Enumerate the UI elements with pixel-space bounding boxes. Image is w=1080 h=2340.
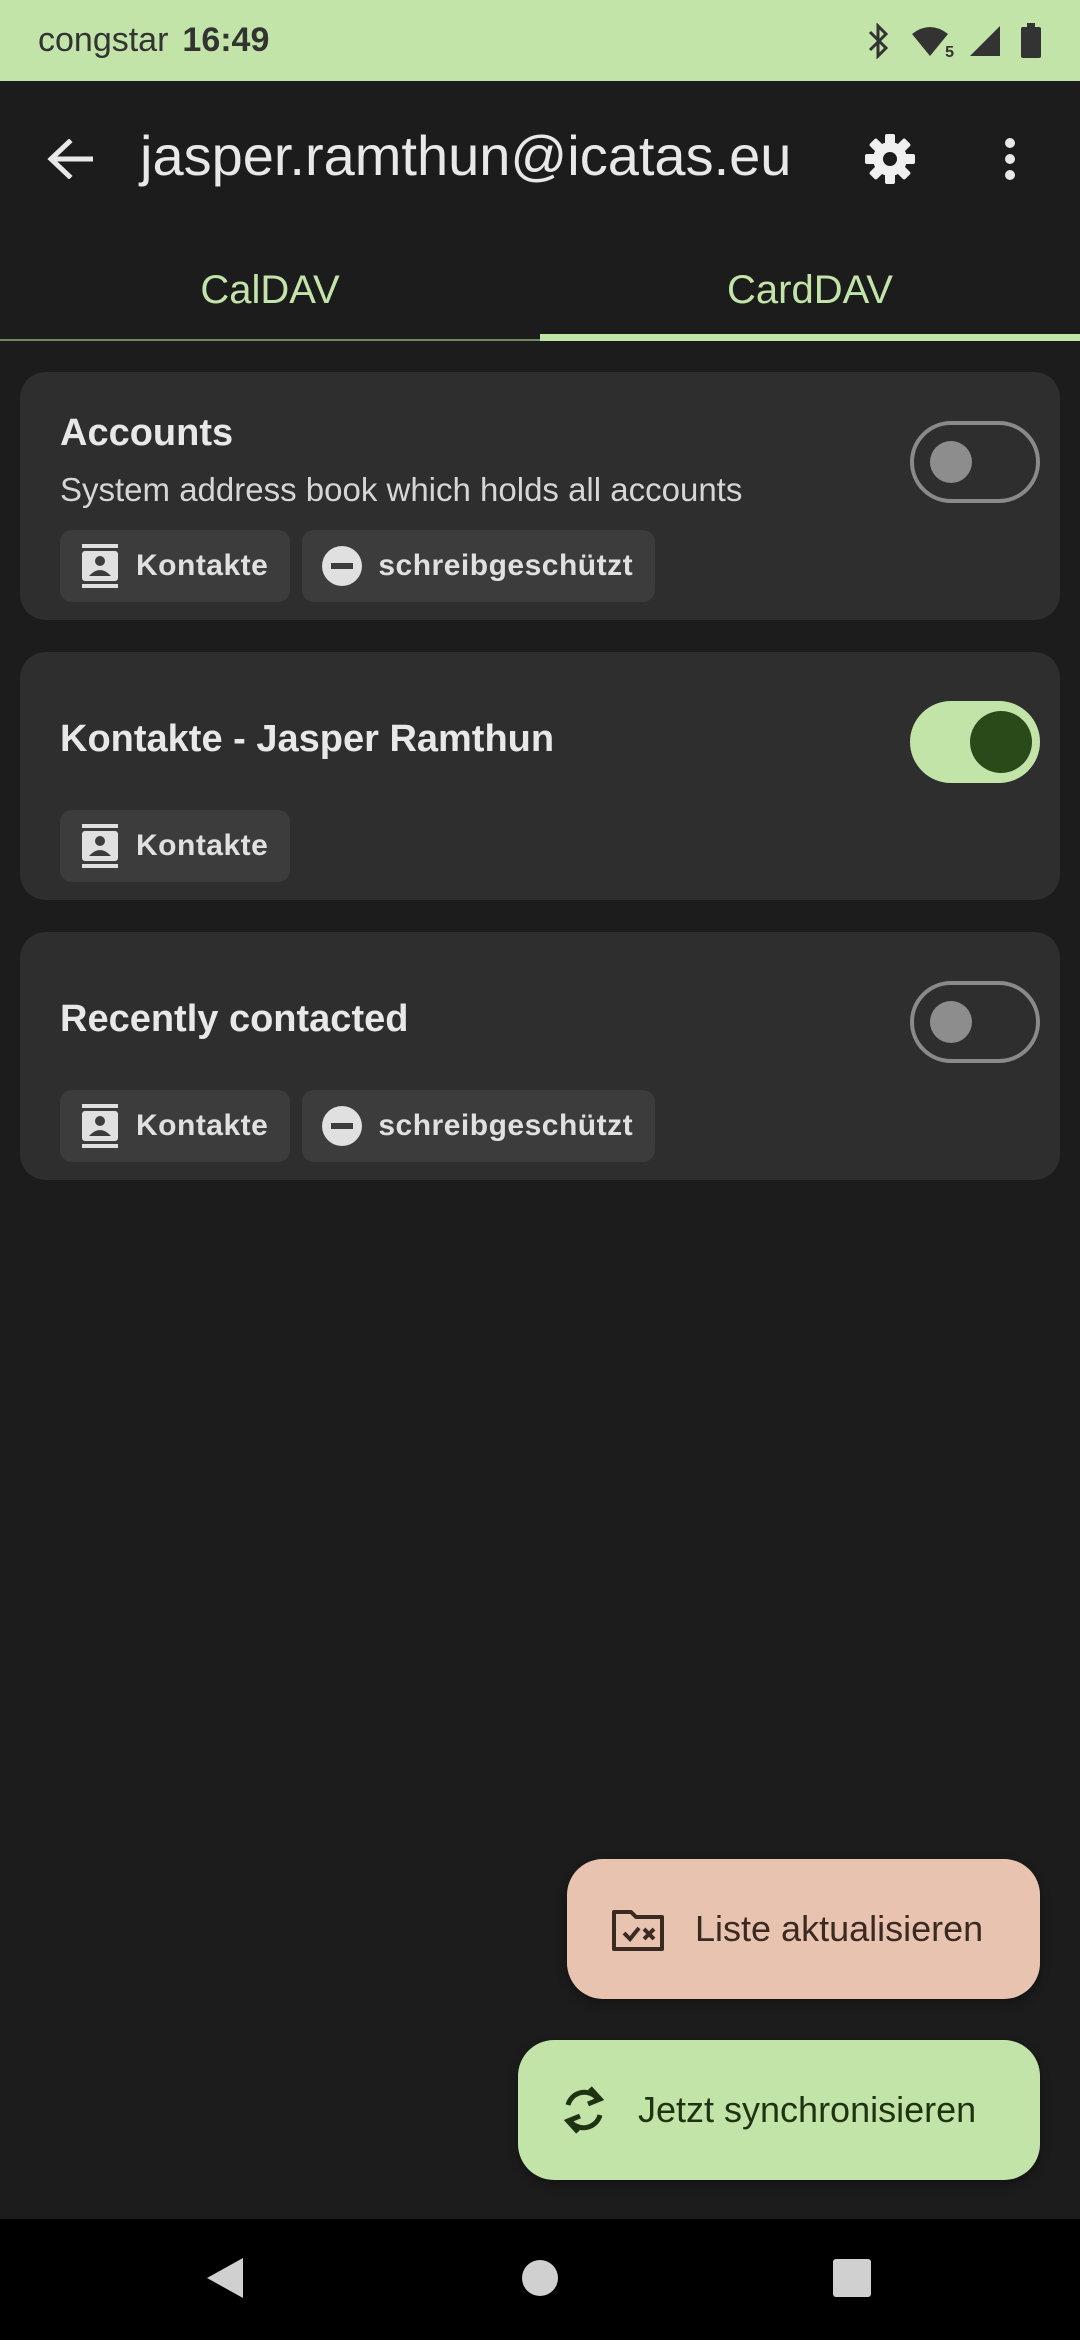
battery-icon [1020, 22, 1042, 59]
chip-group: Kontakte schreibgeschützt [60, 530, 656, 602]
tab-bar: CalDAV CardDAV [0, 241, 1080, 341]
sync-icon [560, 2083, 608, 2137]
status-bar: congstar 16:49 5 [0, 0, 1080, 81]
toggle-thumb [930, 441, 972, 483]
read-only-icon [322, 546, 363, 586]
more-options-button[interactable] [990, 128, 1030, 194]
refresh-list-button[interactable]: Liste aktualisieren [567, 1859, 1040, 1999]
carrier-name: congstar [38, 21, 169, 59]
gear-icon [864, 133, 916, 190]
sync-toggle[interactable] [910, 421, 1040, 503]
sync-toggle[interactable] [910, 981, 1040, 1063]
chip-label: Kontakte [136, 829, 269, 862]
nav-back-button[interactable] [200, 2255, 250, 2305]
address-book-card[interactable]: Kontakte - Jasper Ramthun Kontakte [20, 652, 1060, 900]
top-app-bar: jasper.ramthun@icatas.eu [0, 81, 1080, 241]
nav-recents-button[interactable] [827, 2255, 877, 2305]
tab-carddav[interactable]: CardDAV [540, 241, 1080, 341]
chip-contacts: Kontakte [60, 810, 291, 882]
chip-group: Kontakte schreibgeschützt [60, 1090, 656, 1162]
back-button[interactable] [40, 126, 100, 196]
card-description: System address book which holds all acco… [60, 471, 743, 508]
chip-read-only: schreibgeschützt [302, 1090, 656, 1162]
contacts-icon [80, 1104, 120, 1148]
address-book-card[interactable]: Accounts System address book which holds… [20, 372, 1060, 620]
card-title: Kontakte - Jasper Ramthun [60, 718, 555, 760]
wifi-calling-icon: 5 [910, 24, 954, 61]
nav-back-icon [205, 2256, 245, 2305]
wifi-badge: 5 [945, 43, 954, 61]
chip-group: Kontakte [60, 810, 291, 882]
page-title: jasper.ramthun@icatas.eu [140, 124, 792, 187]
chip-label: schreibgeschützt [378, 1109, 634, 1142]
more-vert-icon [1004, 137, 1016, 186]
chip-label: Kontakte [136, 549, 269, 582]
card-title: Accounts [60, 412, 234, 454]
sync-now-button[interactable]: Jetzt synchronisieren [518, 2040, 1040, 2180]
nav-home-button[interactable] [515, 2255, 565, 2305]
toggle-thumb [930, 1001, 972, 1043]
address-book-card[interactable]: Recently contacted Kontakte schreibgesch… [20, 932, 1060, 1180]
nav-home-icon [520, 2258, 560, 2303]
tab-caldav[interactable]: CalDAV [0, 241, 540, 339]
arrow-back-icon [47, 137, 94, 184]
read-only-icon [322, 1106, 363, 1146]
contacts-icon [80, 544, 120, 588]
status-time: 16:49 [182, 21, 270, 59]
system-nav-bar [0, 2219, 1080, 2340]
card-title: Recently contacted [60, 998, 409, 1040]
status-icons: 5 [864, 22, 1042, 61]
chip-read-only: schreibgeschützt [302, 530, 656, 602]
sync-now-label: Jetzt synchronisieren [638, 2089, 977, 2130]
nav-recents-icon [832, 2258, 872, 2303]
sync-toggle[interactable] [910, 701, 1040, 783]
chip-label: Kontakte [136, 1109, 269, 1142]
folder-sync-icon [611, 1906, 665, 1952]
toggle-thumb [970, 711, 1032, 773]
refresh-list-label: Liste aktualisieren [695, 1908, 984, 1949]
contacts-icon [80, 824, 120, 868]
cell-signal-icon [968, 24, 1002, 58]
chip-contacts: Kontakte [60, 1090, 291, 1162]
bluetooth-icon [864, 22, 892, 59]
settings-button[interactable] [860, 128, 920, 194]
chip-contacts: Kontakte [60, 530, 291, 602]
chip-label: schreibgeschützt [378, 549, 634, 582]
